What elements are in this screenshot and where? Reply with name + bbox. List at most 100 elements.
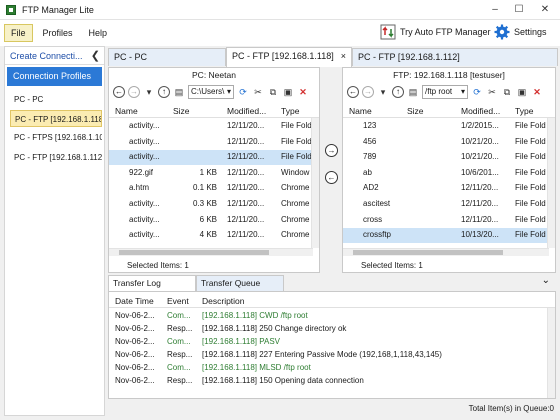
tab-pc-ftp-118[interactable]: PC - FTP [192.168.1.118] ×: [226, 47, 352, 67]
file-row[interactable]: activity... 12/11/20... File Fold: [109, 119, 319, 134]
minimize-button[interactable]: –: [486, 3, 504, 17]
try-auto-label: Try Auto FTP Manager: [400, 27, 491, 37]
profile-item[interactable]: PC - FTPS [192.168.1.10...: [10, 129, 102, 146]
cut-icon[interactable]: ✂: [486, 86, 498, 98]
forward-icon[interactable]: →: [362, 86, 374, 98]
file-name: 456: [363, 136, 377, 146]
file-name: AD2: [363, 183, 379, 193]
file-row[interactable]: ascitest 12/11/20... File Fold: [343, 197, 555, 212]
file-row[interactable]: 123 1/2/2015... File Fold: [343, 119, 555, 134]
app-icon: [6, 4, 16, 15]
settings-button[interactable]: Settings: [494, 24, 547, 40]
file-type: File Fold: [515, 230, 546, 240]
tab-pc-pc[interactable]: PC - PC: [108, 48, 226, 66]
local-file-header: Name Size Modified... Type: [109, 104, 319, 118]
file-row[interactable]: 922.gif 1 KB 12/11/20... Window: [109, 166, 319, 181]
log-row[interactable]: Nov-06-2... Resp... [192.168.1.118] 250 …: [109, 323, 555, 336]
file-row[interactable]: crossftp 10/13/20... File Fold: [343, 228, 555, 244]
up-folder-icon[interactable]: ↑: [392, 86, 404, 98]
forward-icon[interactable]: →: [128, 86, 140, 98]
chevron-down-icon: ▾: [460, 87, 465, 96]
remote-horizontal-scrollbar[interactable]: [343, 248, 549, 256]
delete-icon[interactable]: ✕: [531, 86, 543, 98]
tab-transfer-queue[interactable]: Transfer Queue: [196, 275, 284, 291]
menu-profiles[interactable]: Profiles: [37, 25, 79, 41]
file-row[interactable]: activity... 12/11/20... File Fold: [109, 150, 319, 166]
file-row[interactable]: ab 10/6/201... File Fold: [343, 166, 555, 181]
file-row[interactable]: activity... 4 KB 12/11/20... Chrome: [109, 228, 319, 243]
file-row[interactable]: activity... 6 KB 12/11/20... Chrome: [109, 213, 319, 228]
paste-icon[interactable]: ▣: [282, 86, 294, 98]
local-horizontal-scrollbar[interactable]: [109, 248, 313, 256]
collapse-sidebar-icon[interactable]: ❮: [91, 47, 100, 65]
col-modified[interactable]: Modified...: [227, 106, 266, 116]
tab-pc-ftp-112[interactable]: PC - FTP [192.168.1.112]: [352, 48, 558, 66]
cut-icon[interactable]: ✂: [252, 86, 264, 98]
menu-help[interactable]: Help: [83, 25, 114, 41]
col-name[interactable]: Name: [349, 106, 372, 116]
col-event[interactable]: Event: [167, 296, 189, 306]
file-name: 922.gif: [129, 167, 154, 177]
profile-item[interactable]: PC - PC: [10, 91, 102, 108]
remote-vertical-scrollbar[interactable]: [547, 118, 555, 248]
log-row[interactable]: Nov-06-2... Resp... [192.168.1.118] 150 …: [109, 375, 555, 388]
profile-item[interactable]: PC - FTP [192.168.1.112]: [10, 149, 102, 166]
col-date-time[interactable]: Date Time: [115, 296, 154, 306]
download-arrow-button[interactable]: ←: [325, 171, 338, 184]
file-row[interactable]: 789 10/21/20... File Fold: [343, 150, 555, 165]
refresh-icon[interactable]: ⟳: [471, 86, 483, 98]
file-type: File Fold: [515, 167, 546, 177]
col-type[interactable]: Type: [515, 106, 533, 116]
col-modified[interactable]: Modified...: [461, 106, 500, 116]
remote-status: Selected Items: 1: [361, 261, 423, 270]
maximize-button[interactable]: ☐: [510, 3, 528, 17]
remote-path-select[interactable]: /ftp root ▾: [422, 85, 468, 99]
profile-item-selected[interactable]: PC - FTP [192.168.1.118]: [10, 110, 102, 127]
copy-icon[interactable]: ⧉: [267, 86, 279, 98]
back-icon[interactable]: ←: [347, 86, 359, 98]
local-path-select[interactable]: C:\Users\ ▾: [188, 85, 234, 99]
file-row[interactable]: cross 12/11/20... File Fold: [343, 213, 555, 228]
close-tab-icon[interactable]: ×: [341, 48, 346, 64]
up-folder-icon[interactable]: ↑: [158, 86, 170, 98]
file-type: File Fold: [515, 152, 546, 162]
drive-icon[interactable]: ▤: [173, 86, 185, 98]
upload-arrow-button[interactable]: →: [325, 144, 338, 157]
file-row[interactable]: activity... 0.3 KB 12/11/20... Chrome: [109, 197, 319, 212]
log-vertical-scrollbar[interactable]: [547, 308, 555, 398]
create-connection-link[interactable]: Create Connecti...: [5, 47, 104, 65]
log-row[interactable]: Nov-06-2... Com... [192.168.1.118] MLSD …: [109, 362, 555, 375]
col-name[interactable]: Name: [115, 106, 138, 116]
log-row[interactable]: Nov-06-2... Com... [192.168.1.118] PASV: [109, 336, 555, 349]
refresh-icon[interactable]: ⟳: [237, 86, 249, 98]
tab-transfer-log[interactable]: Transfer Log: [108, 275, 196, 291]
log-date: Nov-06-2...: [115, 324, 155, 333]
drive-icon[interactable]: ▤: [407, 86, 419, 98]
file-size: 0.1 KB: [192, 183, 217, 193]
file-modified: 12/11/20...: [227, 214, 265, 224]
copy-icon[interactable]: ⧉: [501, 86, 513, 98]
connection-tabs: PC - PC PC - FTP [192.168.1.118] × PC - …: [108, 46, 560, 67]
file-row[interactable]: 456 10/21/20... File Fold: [343, 135, 555, 150]
file-row[interactable]: a.htm 0.1 KB 12/11/20... Chrome: [109, 181, 319, 196]
log-row[interactable]: Nov-06-2... Resp... [192.168.1.118] 227 …: [109, 349, 555, 362]
dropdown-icon[interactable]: ▾: [143, 86, 155, 98]
file-row[interactable]: AD2 12/11/20... File Fold: [343, 181, 555, 196]
log-event: Resp...: [167, 350, 193, 359]
try-auto-ftp-button[interactable]: Try Auto FTP Manager: [380, 24, 491, 40]
menu-file[interactable]: File: [4, 24, 33, 42]
log-row[interactable]: Nov-06-2... Com... [192.168.1.118] CWD /…: [109, 310, 555, 323]
chevron-down-icon[interactable]: ⌄: [542, 275, 550, 286]
paste-icon[interactable]: ▣: [516, 86, 528, 98]
col-type[interactable]: Type: [281, 106, 299, 116]
file-size: 0.3 KB: [192, 199, 217, 208]
col-description[interactable]: Description: [202, 296, 245, 306]
back-icon[interactable]: ←: [113, 86, 125, 98]
close-window-button[interactable]: ✕: [536, 3, 554, 17]
dropdown-icon[interactable]: ▾: [377, 86, 389, 98]
col-size[interactable]: Size: [407, 106, 424, 116]
file-row[interactable]: activity... 12/11/20... File Fold: [109, 135, 319, 150]
delete-icon[interactable]: ✕: [297, 86, 309, 98]
local-vertical-scrollbar[interactable]: [311, 118, 319, 248]
col-size[interactable]: Size: [173, 106, 190, 116]
